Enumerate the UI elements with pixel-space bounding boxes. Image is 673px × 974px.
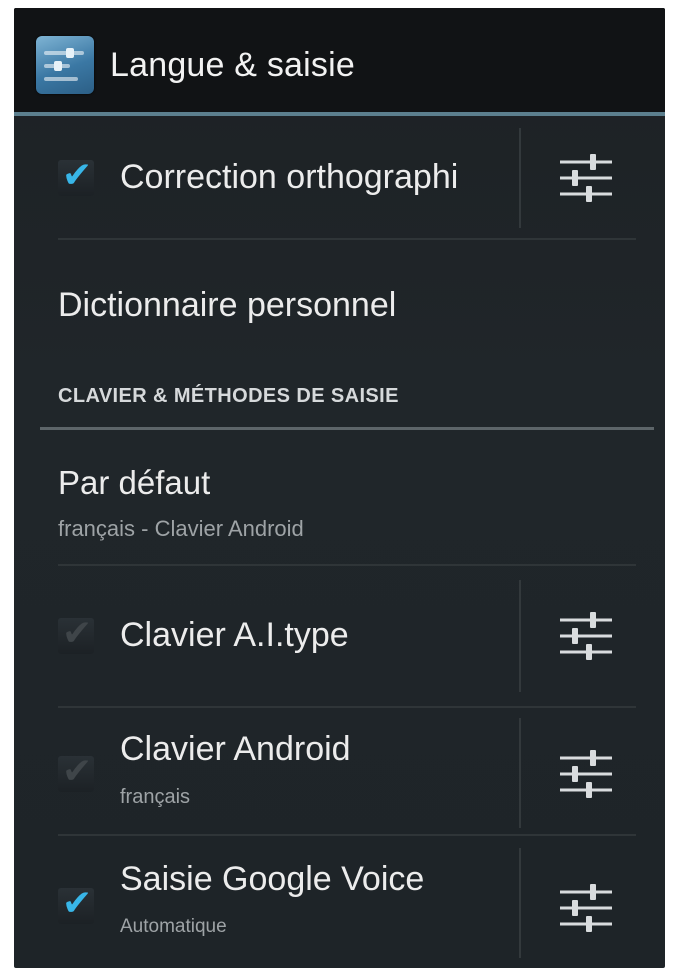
default-keyboard-label: Par défaut xyxy=(58,464,211,501)
personal-dictionary-item[interactable]: Dictionnaire personnel xyxy=(14,240,665,360)
aitype-keyboard-settings-button[interactable] xyxy=(554,604,618,668)
vertical-divider xyxy=(519,848,521,958)
android-keyboard-summary: français xyxy=(120,786,191,808)
spell-check-checkbox[interactable]: ✔ xyxy=(58,155,94,196)
default-keyboard-summary: français - Clavier Android xyxy=(58,516,304,541)
aitype-keyboard-label: Clavier A.I.type xyxy=(120,616,349,654)
google-voice-label: Saisie Google Voice xyxy=(120,860,425,898)
personal-dictionary-label: Dictionnaire personnel xyxy=(58,286,397,324)
google-voice-summary: Automatique xyxy=(120,916,227,937)
language-settings-icon[interactable] xyxy=(36,36,94,94)
settings-screen: Langue & saisie ✔ Correction orthographi xyxy=(14,8,665,968)
vertical-divider xyxy=(519,580,521,692)
spell-check-settings-button[interactable] xyxy=(554,146,618,210)
action-bar: Langue & saisie xyxy=(14,8,665,116)
checkmark-icon: ✔ xyxy=(62,613,93,654)
google-voice-checkbox[interactable]: ✔ xyxy=(58,883,94,924)
android-keyboard-settings-button[interactable] xyxy=(554,742,618,806)
android-keyboard-label: Clavier Android xyxy=(120,730,351,768)
android-keyboard-checkbox[interactable]: ✔ xyxy=(58,751,94,792)
spell-check-item[interactable]: ✔ Correction orthographi xyxy=(14,120,665,238)
action-bar-title: Langue & saisie xyxy=(110,46,355,84)
sliders-settings-icon xyxy=(560,750,612,798)
sliders-settings-icon xyxy=(560,154,612,202)
sliders-settings-icon xyxy=(560,612,612,660)
default-keyboard-item[interactable]: Par défaut français - Clavier Android xyxy=(14,432,665,562)
aitype-keyboard-item[interactable]: ✔ Clavier A.I.type xyxy=(14,566,665,706)
vertical-divider xyxy=(519,718,521,828)
google-voice-settings-button[interactable] xyxy=(554,876,618,940)
checkmark-icon: ✔ xyxy=(62,155,93,196)
section-divider xyxy=(40,427,654,430)
checkmark-icon: ✔ xyxy=(62,883,93,924)
google-voice-item[interactable]: ✔ Saisie Google Voice Automatique xyxy=(14,836,665,968)
android-keyboard-item[interactable]: ✔ Clavier Android français xyxy=(14,708,665,834)
sliders-settings-icon xyxy=(560,884,612,932)
vertical-divider xyxy=(519,128,521,228)
spell-check-label: Correction orthographi xyxy=(120,158,459,196)
checkmark-icon: ✔ xyxy=(62,751,93,792)
aitype-keyboard-checkbox[interactable]: ✔ xyxy=(58,613,94,654)
section-header: CLAVIER & MÉTHODES DE SAISIE xyxy=(58,385,399,407)
